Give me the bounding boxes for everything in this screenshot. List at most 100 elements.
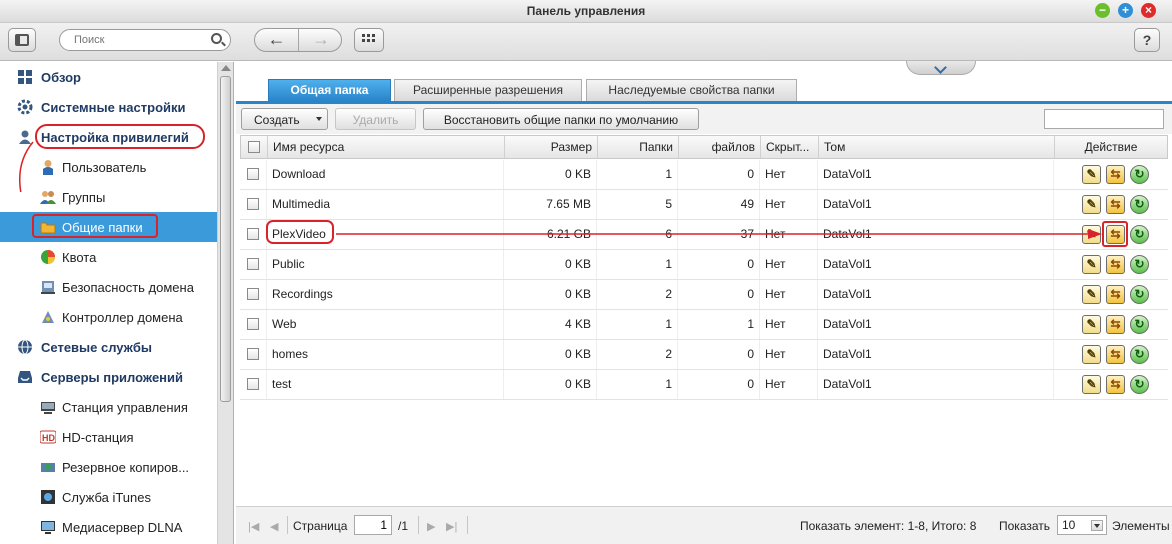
search-icon[interactable] [211, 33, 222, 44]
chevron-down-icon[interactable] [1091, 520, 1103, 531]
permission-icon[interactable]: ⇆ [1106, 375, 1125, 394]
refresh-icon[interactable]: ↻ [1130, 345, 1149, 364]
col-volume[interactable]: Том [819, 136, 1055, 158]
refresh-icon[interactable]: ↻ [1130, 285, 1149, 304]
row-checkbox[interactable] [247, 258, 259, 270]
row-checkbox[interactable] [247, 168, 259, 180]
sidebar-item-domain-security[interactable]: Безопасность домена [0, 272, 217, 302]
refresh-icon[interactable]: ↻ [1130, 375, 1149, 394]
edit-icon[interactable]: ✎ [1082, 165, 1101, 184]
close-icon[interactable]: × [1141, 3, 1156, 18]
back-arrow-icon[interactable]: ← [255, 29, 299, 51]
refresh-icon[interactable]: ↻ [1130, 225, 1149, 244]
scroll-up-icon[interactable] [221, 65, 231, 71]
row-checkbox[interactable] [247, 348, 259, 360]
table-row[interactable]: homes 0 KB 2 0 Нет DataVol1 ✎ ⇆ ↻ [240, 340, 1168, 370]
forward-arrow-icon[interactable]: → [299, 29, 341, 51]
minimize-icon[interactable]: − [1095, 3, 1110, 18]
sidebar-item-itunes[interactable]: Служба iTunes [0, 482, 217, 512]
delete-button[interactable]: Удалить [335, 108, 416, 130]
row-checkbox[interactable] [247, 378, 259, 390]
search-box[interactable] [59, 29, 231, 51]
permission-icon[interactable]: ⇆ [1106, 195, 1125, 214]
search-input[interactable] [72, 32, 207, 48]
cell-files: 0 [678, 160, 760, 189]
row-select-cell [240, 310, 267, 339]
row-checkbox[interactable] [247, 228, 259, 240]
col-folders[interactable]: Папки [598, 136, 679, 158]
cell-hidden: Нет [760, 340, 818, 369]
collapse-toggle[interactable] [906, 61, 976, 75]
table-row[interactable]: Download 0 KB 1 0 Нет DataVol1 ✎ ⇆ ↻ [240, 160, 1168, 190]
sidebar-item-dlna[interactable]: Медиасервер DLNA [0, 512, 217, 542]
permission-icon[interactable]: ⇆ [1106, 255, 1125, 274]
table-row[interactable]: test 0 KB 1 0 Нет DataVol1 ✎ ⇆ ↻ [240, 370, 1168, 400]
sidebar-item-overview[interactable]: Обзор [0, 62, 217, 92]
permission-icon[interactable]: ⇆ [1106, 165, 1125, 184]
help-button[interactable]: ? [1134, 28, 1160, 52]
cell-files: 49 [678, 190, 760, 219]
sidebar-item-network-services[interactable]: Сетевые службы [0, 332, 217, 362]
edit-icon[interactable]: ✎ [1082, 225, 1101, 244]
edit-icon[interactable]: ✎ [1082, 315, 1101, 334]
tab-shared-folder[interactable]: Общая папка [268, 79, 391, 101]
edit-icon[interactable]: ✎ [1082, 255, 1101, 274]
sidebar-item-user[interactable]: Пользователь [0, 152, 217, 182]
sidebar-item-system-settings[interactable]: Системные настройки [0, 92, 217, 122]
refresh-icon[interactable]: ↻ [1130, 255, 1149, 274]
first-page-icon[interactable]: |◀ [248, 520, 259, 533]
col-files[interactable]: файлов [679, 136, 761, 158]
refresh-icon[interactable]: ↻ [1130, 315, 1149, 334]
prev-page-icon[interactable]: ◀ [270, 520, 278, 533]
row-checkbox[interactable] [247, 318, 259, 330]
apps-grid-button[interactable] [354, 28, 384, 52]
home-button[interactable] [8, 28, 36, 52]
sidebar-item-station-manager[interactable]: Станция управления [0, 392, 217, 422]
sidebar-item-backup[interactable]: Резервное копиров... [0, 452, 217, 482]
table-row[interactable]: Web 4 KB 1 1 Нет DataVol1 ✎ ⇆ ↻ [240, 310, 1168, 340]
table-row[interactable]: Multimedia 7.65 MB 5 49 Нет DataVol1 ✎ ⇆ ↻ [240, 190, 1168, 220]
sidebar-item-hd-station[interactable]: HD HD-станция [0, 422, 217, 452]
sidebar-item-label: Медиасервер DLNA [62, 520, 183, 535]
edit-icon[interactable]: ✎ [1082, 375, 1101, 394]
select-all-checkbox[interactable] [248, 141, 260, 153]
maximize-icon[interactable]: + [1118, 3, 1133, 18]
sidebar-item-domain-controller[interactable]: Контроллер домена [0, 302, 217, 332]
next-page-icon[interactable]: ▶ [427, 520, 435, 533]
edit-icon[interactable]: ✎ [1082, 195, 1101, 214]
cell-files: 0 [678, 280, 760, 309]
sidebar-item-quota[interactable]: Квота [0, 242, 217, 272]
edit-icon[interactable]: ✎ [1082, 345, 1101, 364]
cell-volume: DataVol1 [818, 370, 1054, 399]
permission-icon[interactable]: ⇆ [1106, 315, 1125, 334]
tab-advanced-permissions[interactable]: Расширенные разрешения [394, 79, 582, 101]
table-row[interactable]: Recordings 0 KB 2 0 Нет DataVol1 ✎ ⇆ ↻ [240, 280, 1168, 310]
page-input[interactable] [354, 515, 392, 535]
col-name[interactable]: Имя ресурса [268, 136, 505, 158]
edit-icon[interactable]: ✎ [1082, 285, 1101, 304]
per-page-select[interactable]: 10 [1057, 515, 1107, 535]
refresh-icon[interactable]: ↻ [1130, 195, 1149, 214]
create-button[interactable]: Создать [241, 108, 328, 130]
sidebar-item-label: Обзор [41, 70, 81, 85]
permission-icon[interactable]: ⇆ [1106, 345, 1125, 364]
col-hidden[interactable]: Скрыт... [761, 136, 819, 158]
row-checkbox[interactable] [247, 288, 259, 300]
sidebar-item-app-servers[interactable]: Серверы приложений [0, 362, 217, 392]
tab-inherited-properties[interactable]: Наследуемые свойства папки [586, 79, 797, 101]
action-bar: Создать Удалить Восстановить общие папки… [236, 104, 1172, 134]
station-icon [40, 399, 56, 415]
col-size[interactable]: Размер [505, 136, 598, 158]
last-page-icon[interactable]: ▶| [446, 520, 457, 533]
refresh-icon[interactable]: ↻ [1130, 165, 1149, 184]
sidebar-scrollbar[interactable] [217, 62, 234, 544]
restore-defaults-button[interactable]: Восстановить общие папки по умолчанию [423, 108, 699, 130]
sidebar-item-groups[interactable]: Группы [0, 182, 217, 212]
cell-hidden: Нет [760, 190, 818, 219]
scrollbar-thumb[interactable] [220, 76, 231, 402]
row-checkbox[interactable] [247, 198, 259, 210]
filter-input[interactable] [1044, 109, 1164, 129]
table-row[interactable]: PlexVideo 6.21 GB 6 37 Нет DataVol1 ✎ ⇆ ↻ [240, 220, 1168, 250]
table-row[interactable]: Public 0 KB 1 0 Нет DataVol1 ✎ ⇆ ↻ [240, 250, 1168, 280]
permission-icon[interactable]: ⇆ [1106, 285, 1125, 304]
